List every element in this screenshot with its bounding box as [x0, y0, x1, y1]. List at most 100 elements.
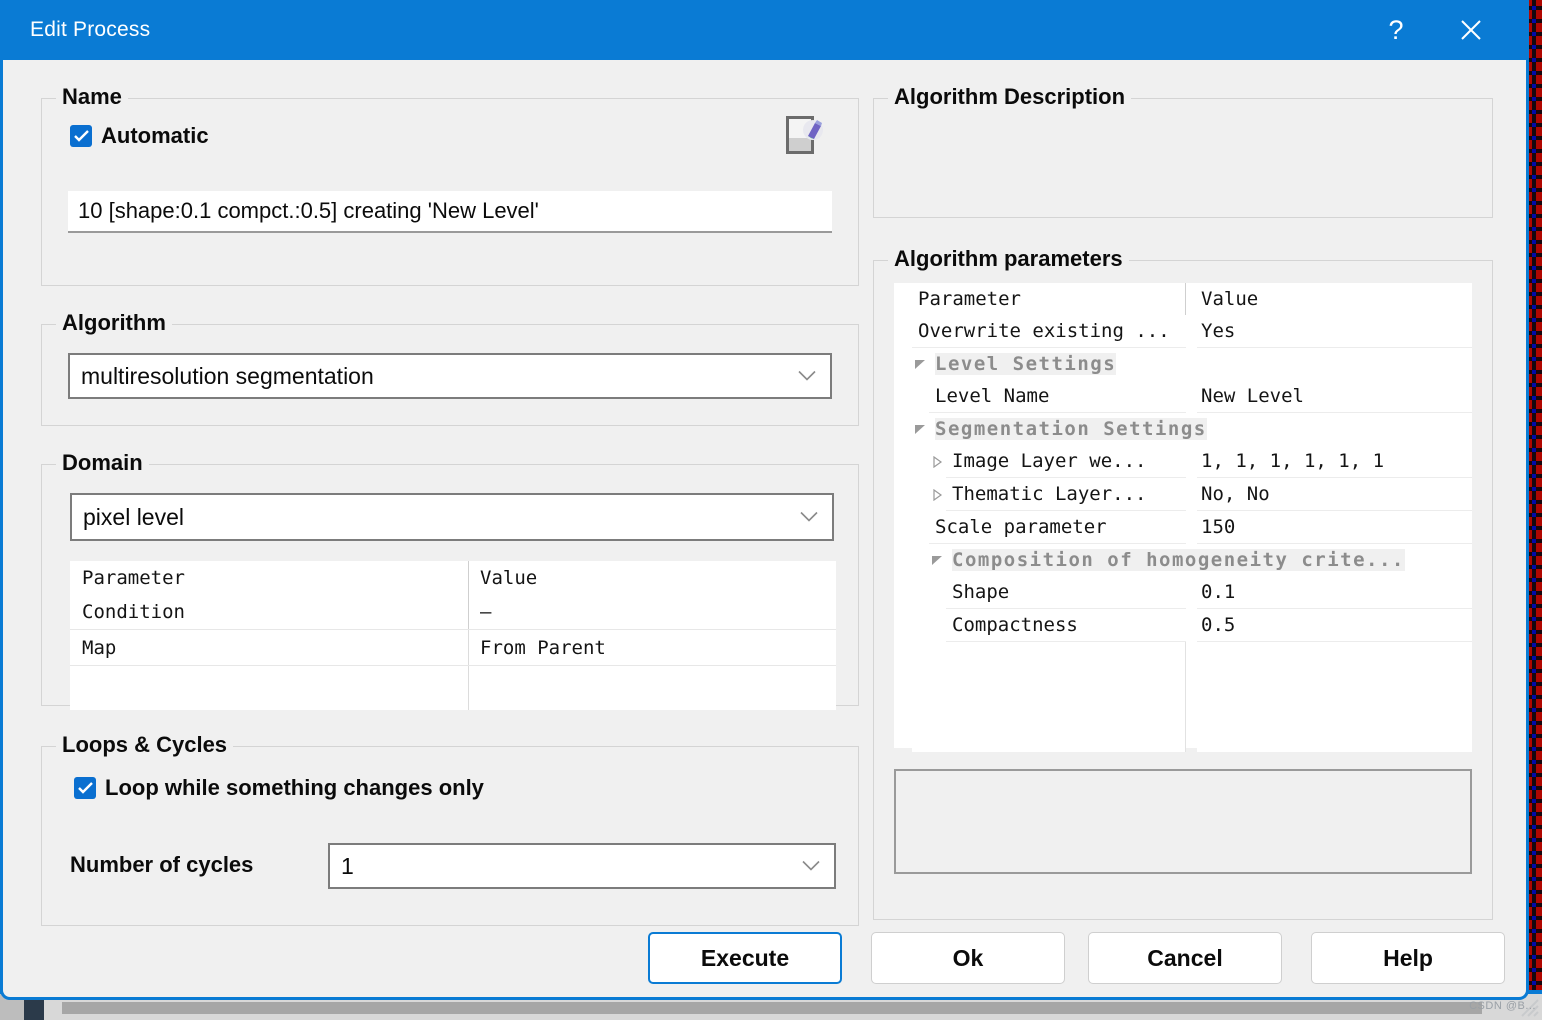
param-value-cell: 0.5 [1186, 609, 1472, 642]
check-icon [73, 130, 89, 142]
param-value-cell [1186, 348, 1472, 380]
process-name-value: 10 [shape:0.1 compct.:0.5] creating 'New… [78, 198, 539, 223]
domain-parameter-cell: Map [70, 629, 469, 666]
chevron-down-icon [800, 511, 818, 522]
chevron-down-icon [798, 370, 816, 381]
param-name: Level Name [935, 385, 1050, 407]
domain-value-cell: Value [468, 561, 836, 595]
param-name: Shape [952, 581, 1010, 603]
process-name-field[interactable]: 10 [shape:0.1 compct.:0.5] creating 'New… [68, 191, 832, 233]
dialog-title: Edit Process [30, 18, 151, 41]
domain-group-legend: Domain [56, 450, 149, 476]
param-value-cell [1186, 642, 1472, 752]
table-row[interactable]: Shape 0.1 [894, 576, 1472, 609]
table-row[interactable]: Condition — [70, 595, 836, 630]
table-header-row: Parameter Value [894, 283, 1472, 315]
param-name: Parameter [918, 288, 1021, 310]
table-row[interactable] [70, 665, 836, 710]
right-column: Algorithm Description Algorithm paramete… [873, 80, 1493, 920]
param-value: 0.1 [1201, 581, 1236, 603]
param-value: New Level [1201, 385, 1304, 407]
cancel-button[interactable]: Cancel [1088, 932, 1282, 984]
execute-button[interactable]: Execute [648, 932, 842, 984]
domain-parameter-cell: Parameter [70, 561, 469, 595]
close-x-icon [1461, 20, 1481, 40]
document-edit-icon[interactable] [784, 114, 826, 158]
name-group-legend: Name [56, 84, 128, 110]
param-parameter-cell: Segmentation Settings [894, 413, 1207, 445]
table-row[interactable]: Overwrite existing ... Yes [894, 315, 1472, 348]
param-name: Scale parameter [935, 516, 1107, 538]
title-close-button[interactable] [1440, 0, 1502, 60]
automatic-checkbox[interactable] [70, 125, 92, 147]
scrollbar-thumb[interactable] [62, 1002, 1482, 1014]
left-column: Name Automatic 10 [shape:0.1 compct.:0.5… [41, 80, 859, 926]
triangle-collapsed-icon[interactable] [931, 455, 943, 468]
param-value-cell: Yes [1186, 315, 1472, 348]
domain-table: Parameter Value Condition — Map From Parent [70, 561, 836, 710]
algorithm-selected-value: multiresolution segmentation [81, 362, 374, 389]
param-parameter-cell: Level Settings [894, 348, 1186, 380]
param-name: Compactness [952, 614, 1078, 636]
table-row[interactable]: Segmentation Settings [894, 413, 1472, 445]
table-row[interactable]: Thematic Layer... No, No [894, 478, 1472, 511]
algorithm-group: Algorithm multiresolution segmentation [41, 310, 859, 426]
param-value-cell: 150 [1186, 511, 1472, 544]
param-value-cell: New Level [1186, 380, 1472, 413]
table-row[interactable]: Composition of homogeneity crite... [894, 544, 1472, 576]
table-row[interactable]: Level Settings [894, 348, 1472, 380]
table-row[interactable]: Parameter Value [70, 561, 836, 595]
domain-select[interactable]: pixel level [70, 493, 834, 541]
param-name: Overwrite existing ... [918, 320, 1170, 342]
algorithm-parameters-table[interactable]: Parameter Value Overwrite existing ... Yes L… [894, 283, 1472, 752]
param-parameter-cell: Shape [894, 576, 1186, 609]
algorithm-description-group: Algorithm Description [873, 84, 1493, 218]
loops-cycles-group: Loops & Cycles Loop while something chan… [41, 732, 859, 926]
table-row[interactable]: Scale parameter 150 [894, 511, 1472, 544]
param-parameter-cell: Overwrite existing ... [894, 315, 1186, 348]
chevron-down-icon [802, 860, 820, 871]
domain-group: Domain pixel level Parameter Value Conditi… [41, 450, 859, 710]
automatic-checkbox-row[interactable]: Automatic [70, 123, 209, 149]
param-value: Yes [1201, 320, 1236, 342]
help-button[interactable]: Help [1311, 932, 1505, 984]
table-row[interactable] [894, 642, 1472, 752]
param-name: Segmentation Settings [935, 418, 1207, 440]
check-icon [77, 782, 93, 794]
loop-checkbox-row[interactable]: Loop while something changes only [74, 775, 484, 801]
params-table: Parameter Value Overwrite existing ... Yes L… [894, 283, 1472, 752]
algorithm-parameters-group: Algorithm parameters Parameter Value Overw… [873, 246, 1493, 920]
domain-selected-value: pixel level [83, 503, 184, 530]
algorithm-select[interactable]: multiresolution segmentation [68, 353, 832, 399]
question-mark-icon: ? [1388, 14, 1404, 45]
triangle-expanded-icon[interactable] [931, 554, 943, 566]
loop-while-changes-checkbox[interactable] [74, 777, 96, 799]
ok-button[interactable]: Ok [871, 932, 1065, 984]
param-value-cell: Value [1186, 283, 1472, 315]
param-value-cell [1186, 413, 1472, 445]
domain-parameters-table[interactable]: Parameter Value Condition — Map From Parent [70, 561, 836, 710]
table-row[interactable]: Compactness 0.5 [894, 609, 1472, 642]
param-name: Image Layer we... [952, 450, 1147, 472]
triangle-expanded-icon[interactable] [914, 358, 926, 370]
param-parameter-cell: Compactness [894, 609, 1186, 642]
param-name: Level Settings [935, 353, 1117, 375]
param-value-cell: No, No [1186, 478, 1472, 511]
watermark: CSDN @B... [1469, 1000, 1536, 1012]
title-help-button[interactable]: ? [1365, 0, 1427, 60]
domain-parameter-cell: Condition [70, 595, 469, 630]
triangle-expanded-icon[interactable] [914, 423, 926, 435]
number-of-cycles-select[interactable]: 1 [328, 843, 836, 889]
edit-process-dialog: Edit Process ? Name Automatic 10 [shape:… [0, 0, 1529, 1000]
param-parameter-cell [894, 642, 1186, 752]
param-parameter-cell: Thematic Layer... [894, 478, 1186, 511]
algorithm-parameters-legend: Algorithm parameters [888, 246, 1129, 272]
dialog-content: Name Automatic 10 [shape:0.1 compct.:0.5… [3, 60, 1526, 997]
param-parameter-cell: Composition of homogeneity crite... [894, 544, 1405, 576]
table-row[interactable]: Map From Parent [70, 629, 836, 666]
table-row[interactable]: Image Layer we... 1, 1, 1, 1, 1, 1 [894, 445, 1472, 478]
table-row[interactable]: Level Name New Level [894, 380, 1472, 413]
algorithm-description-legend: Algorithm Description [888, 84, 1132, 110]
param-name: Thematic Layer... [952, 483, 1147, 505]
triangle-collapsed-icon[interactable] [931, 488, 943, 501]
